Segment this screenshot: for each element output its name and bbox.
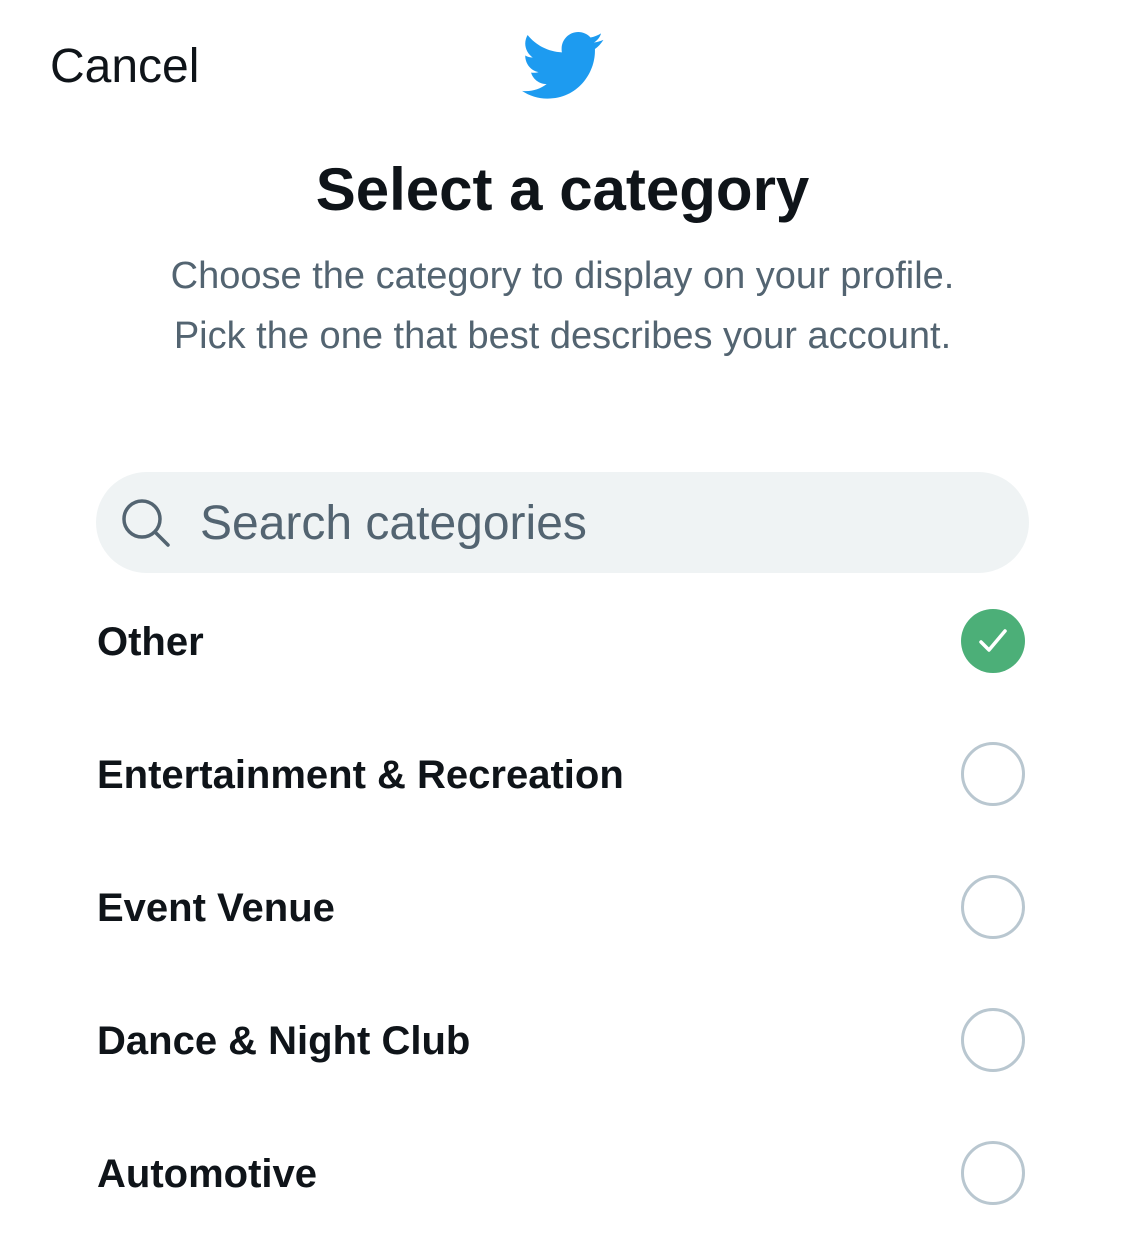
page-title: Select a category bbox=[315, 156, 810, 223]
category-row-dance-night-club[interactable]: Dance & Night Club bbox=[0, 973, 1125, 1106]
category-row-other[interactable]: Other bbox=[0, 574, 1125, 707]
category-row-event-venue[interactable]: Event Venue bbox=[0, 840, 1125, 973]
category-label: Other bbox=[97, 620, 204, 664]
category-radio[interactable] bbox=[961, 875, 1025, 939]
cancel-button[interactable]: Cancel bbox=[50, 38, 199, 96]
category-label: Dance & Night Club bbox=[97, 1019, 471, 1063]
category-radio[interactable] bbox=[961, 1008, 1025, 1072]
category-row-automotive[interactable]: Automotive bbox=[0, 1106, 1125, 1239]
category-label: Entertainment & Recreation bbox=[97, 753, 624, 797]
category-label: Event Venue bbox=[97, 886, 335, 930]
category-radio-selected[interactable] bbox=[961, 609, 1025, 673]
category-radio[interactable] bbox=[961, 742, 1025, 806]
category-radio[interactable] bbox=[961, 1141, 1025, 1205]
category-label: Automotive bbox=[97, 1152, 317, 1196]
search-input[interactable] bbox=[200, 490, 1000, 556]
checkmark-icon bbox=[979, 629, 1007, 652]
twitter-bird-icon bbox=[522, 32, 604, 99]
category-row-entertainment-recreation[interactable]: Entertainment & Recreation bbox=[0, 707, 1125, 840]
search-icon bbox=[122, 499, 170, 547]
page-subtitle: Choose the category to display on your p… bbox=[170, 255, 955, 357]
top-bar: Cancel bbox=[0, 0, 1125, 130]
